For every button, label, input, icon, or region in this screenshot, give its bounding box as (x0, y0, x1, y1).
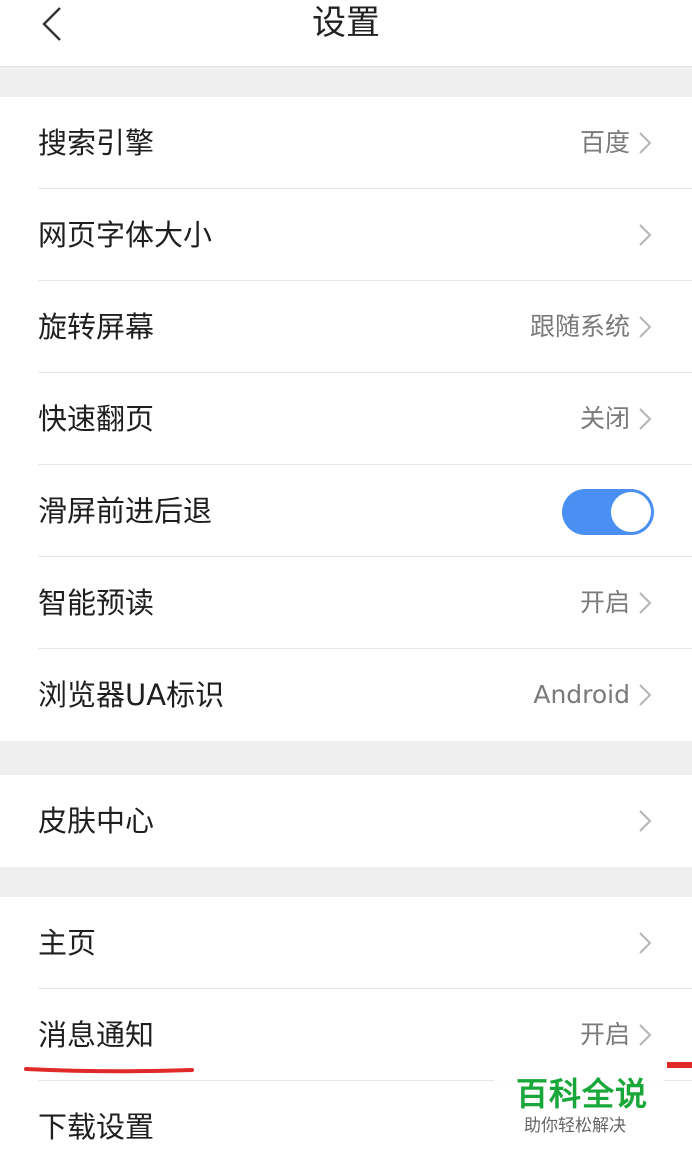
setting-label: 网页字体大小 (38, 218, 213, 252)
setting-row-user-agent[interactable]: 浏览器UA标识 Android (0, 649, 692, 741)
setting-label: 智能预读 (38, 586, 155, 620)
chevron-right-icon (639, 592, 652, 614)
setting-value: 开启 (579, 588, 630, 617)
setting-label: 快速翻页 (38, 402, 155, 436)
setting-value: 跟随系统 (529, 312, 630, 341)
setting-label: 皮肤中心 (38, 804, 155, 838)
setting-row-skin-center[interactable]: 皮肤中心 (0, 775, 692, 867)
chevron-right-icon (639, 132, 652, 154)
setting-row-swipe-navigation: 滑屏前进后退 (0, 465, 692, 557)
setting-row-homepage[interactable]: 主页 (0, 897, 692, 989)
setting-label: 主页 (38, 926, 97, 960)
highlight-mark (667, 1062, 692, 1068)
setting-label: 下载设置 (38, 1110, 155, 1144)
settings-group-skin: 皮肤中心 (0, 775, 692, 867)
watermark-title: 百科全说 (516, 1075, 649, 1113)
chevron-right-icon (639, 316, 652, 338)
settings-group-browsing: 搜索引擎 百度 网页字体大小 旋转屏幕 跟随系统 快速翻页 关闭 滑屏前进后退 … (0, 97, 692, 741)
chevron-right-icon (639, 932, 652, 954)
setting-row-smart-preload[interactable]: 智能预读 开启 (0, 557, 692, 649)
setting-value: 百度 (579, 128, 630, 157)
chevron-right-icon (639, 408, 652, 430)
setting-row-search-engine[interactable]: 搜索引擎 百度 (0, 97, 692, 189)
app-header: 设置 (0, 0, 692, 67)
setting-label: 搜索引擎 (38, 126, 155, 160)
swipe-navigation-toggle[interactable] (562, 489, 654, 535)
highlight-underline (24, 1067, 194, 1074)
setting-label: 旋转屏幕 (38, 310, 155, 344)
toggle-knob (611, 492, 651, 532)
setting-row-rotate-screen[interactable]: 旋转屏幕 跟随系统 (0, 281, 692, 373)
watermark-subtitle: 助你轻松解决 (524, 1116, 626, 1136)
setting-label: 滑屏前进后退 (38, 494, 213, 528)
page-title: 设置 (312, 3, 380, 43)
setting-label: 浏览器UA标识 (38, 678, 225, 712)
setting-value: Android (533, 680, 630, 709)
chevron-right-icon (639, 684, 652, 706)
setting-row-quick-page-turn[interactable]: 快速翻页 关闭 (0, 373, 692, 465)
chevron-right-icon (639, 1024, 652, 1046)
setting-row-font-size[interactable]: 网页字体大小 (0, 189, 692, 281)
chevron-right-icon (639, 810, 652, 832)
chevron-right-icon (639, 224, 652, 246)
watermark-logo: 百科全说 助你轻松解决 (494, 1064, 664, 1170)
setting-value: 关闭 (579, 404, 630, 433)
